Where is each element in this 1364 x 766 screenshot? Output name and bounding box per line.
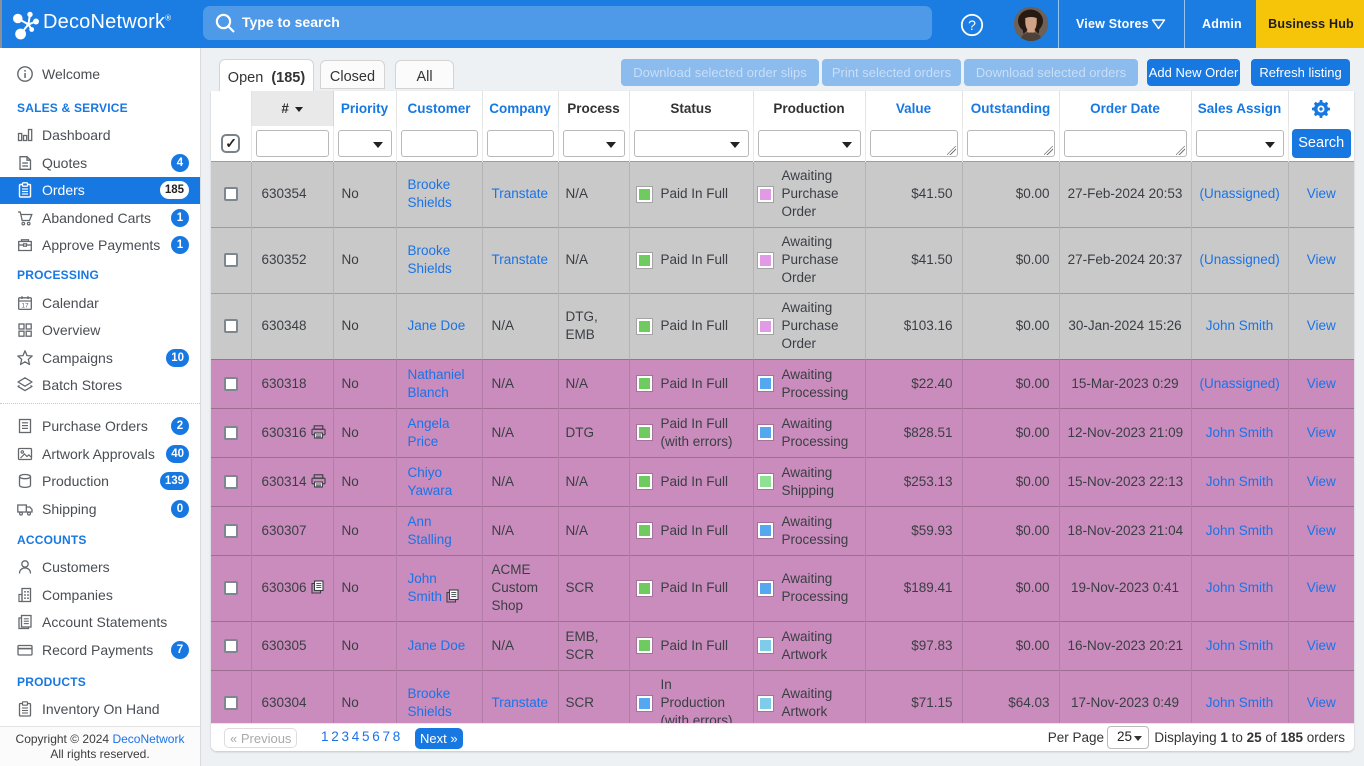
svg-text:17: 17 <box>21 302 29 309</box>
svg-text:?: ? <box>968 17 976 33</box>
